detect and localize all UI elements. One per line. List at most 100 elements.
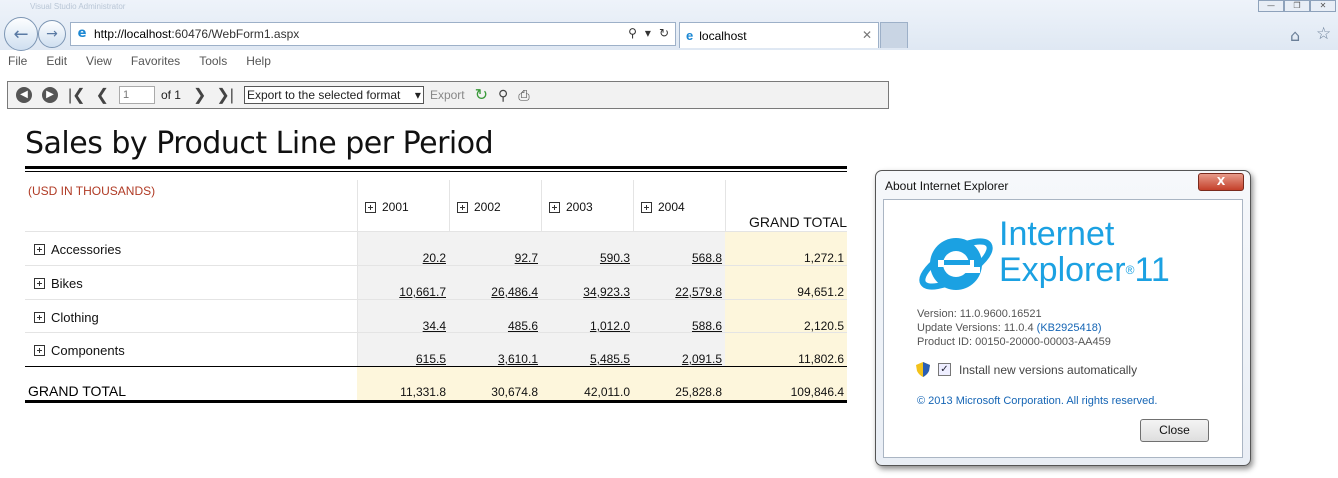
report-title: Sales by Product Line per Period xyxy=(25,126,494,161)
row-total: 1,272.1 xyxy=(803,251,844,265)
previous-page-button[interactable]: ❮ xyxy=(96,85,109,105)
cell-value[interactable]: 10,661.7 xyxy=(358,285,446,299)
grand-total-value: 11,331.8 xyxy=(400,385,446,399)
address-bar[interactable]: e http://localhost:60476/WebForm1.aspx ⚲… xyxy=(70,22,676,46)
expand-icon[interactable] xyxy=(34,244,45,255)
previous-page-icon: ❮ xyxy=(95,87,109,104)
ie-page-icon: e xyxy=(77,26,87,41)
copyright-link[interactable]: © 2013 Microsoft Corporation. All rights… xyxy=(917,395,1157,407)
first-page-button[interactable]: |❮ xyxy=(68,85,86,105)
cell-value[interactable]: 34,923.3 xyxy=(542,285,630,299)
next-page-button[interactable]: ❯ xyxy=(193,85,206,105)
export-button[interactable]: Export xyxy=(430,88,465,102)
expand-icon[interactable] xyxy=(549,201,560,213)
forward-button[interactable]: → xyxy=(38,20,66,48)
menu-help[interactable]: Help xyxy=(246,51,271,71)
search-icon[interactable]: ⚲ xyxy=(628,26,637,40)
browser-tab[interactable]: e localhost ✕ xyxy=(679,22,879,48)
row-label-bikes[interactable]: Bikes xyxy=(34,276,83,291)
page-number-input[interactable] xyxy=(118,86,155,104)
cell-value[interactable]: 590.3 xyxy=(542,251,630,265)
kb-link[interactable]: (KB2925418) xyxy=(1037,322,1102,334)
print-button[interactable]: ⎙ xyxy=(518,85,529,105)
column-divider xyxy=(357,180,358,366)
grand-total-value: 30,674.8 xyxy=(491,385,538,399)
expand-icon[interactable] xyxy=(34,278,45,289)
search-report-button[interactable]: ⚲ xyxy=(498,85,508,105)
home-icon[interactable]: ⌂ xyxy=(1290,26,1300,45)
close-tab-icon[interactable]: ✕ xyxy=(862,28,872,42)
row-divider xyxy=(25,265,847,266)
dropdown-icon[interactable]: ▾ xyxy=(645,26,651,40)
back-report-button[interactable]: ◀ xyxy=(16,85,32,105)
grand-total-value: 42,011.0 xyxy=(584,385,630,399)
back-circle-icon: ◀ xyxy=(16,87,32,103)
back-button[interactable]: ← xyxy=(4,17,38,51)
total-top-rule xyxy=(25,366,847,367)
cell-value[interactable]: 5,485.5 xyxy=(542,352,630,366)
refresh-report-button[interactable]: ↻ xyxy=(475,85,488,105)
cell-value[interactable]: 588.6 xyxy=(634,319,722,333)
refresh-icon: ↻ xyxy=(474,87,489,104)
maximize-button[interactable]: ❐ xyxy=(1284,0,1310,12)
grand-total-header: GRAND TOTAL xyxy=(749,214,848,230)
expand-icon[interactable] xyxy=(34,312,45,323)
expand-icon[interactable] xyxy=(34,345,45,356)
cell-value[interactable]: 2,091.5 xyxy=(634,352,722,366)
product-name-line2: Explorer®11 xyxy=(999,251,1170,289)
column-divider xyxy=(449,180,450,232)
cell-value[interactable]: 3,610.1 xyxy=(450,352,538,366)
cell-value[interactable]: 92.7 xyxy=(450,251,538,265)
title-divider xyxy=(25,166,847,172)
cell-value[interactable]: 34.4 xyxy=(358,319,446,333)
address-url: http://localhost:60476/WebForm1.aspx xyxy=(94,27,300,41)
report-toolbar: ◀ ▶ |❮ ❮ of 1 ❯ ❯| Export to the selecte… xyxy=(7,81,889,109)
row-label-accessories[interactable]: Accessories xyxy=(34,242,121,257)
cell-value[interactable]: 485.6 xyxy=(450,319,538,333)
cell-value[interactable]: 26,486.4 xyxy=(450,285,538,299)
cell-value[interactable]: 615.5 xyxy=(358,352,446,366)
forward-report-button[interactable]: ▶ xyxy=(42,85,58,105)
cell-value[interactable]: 20.2 xyxy=(358,251,446,265)
year-header-2001[interactable]: 2001 xyxy=(365,200,409,214)
refresh-icon[interactable]: ↻ xyxy=(659,26,669,40)
update-versions: Update Versions: 11.0.4 (KB2925418) xyxy=(917,322,1102,334)
new-tab-button[interactable] xyxy=(880,22,908,48)
version-text: Version: 11.0.9600.16521 xyxy=(917,308,1042,320)
printer-icon: ⎙ xyxy=(518,86,530,103)
find-icon: ⚲ xyxy=(498,86,509,103)
expand-icon[interactable] xyxy=(365,201,376,213)
unit-label: (USD IN THOUSANDS) xyxy=(28,184,156,198)
tab-title: localhost xyxy=(699,28,747,43)
expand-icon[interactable] xyxy=(457,201,468,213)
menu-favorites[interactable]: Favorites xyxy=(131,51,180,71)
dialog-body: Internet Explorer®11 Version: 11.0.9600.… xyxy=(883,199,1243,458)
row-label-components[interactable]: Components xyxy=(34,343,125,358)
cell-value[interactable]: 22,579.8 xyxy=(634,285,722,299)
year-header-2003[interactable]: 2003 xyxy=(549,200,593,214)
grand-total-value: 25,828.8 xyxy=(675,385,722,399)
cell-value[interactable]: 568.8 xyxy=(634,251,722,265)
forward-circle-icon: ▶ xyxy=(42,87,58,103)
window-controls: — ❐ ✕ xyxy=(1258,0,1336,12)
uac-shield-icon xyxy=(916,362,930,377)
close-button[interactable]: Close xyxy=(1140,419,1209,442)
dialog-close-button[interactable]: X xyxy=(1198,173,1244,191)
year-header-2002[interactable]: 2002 xyxy=(457,200,501,214)
close-window-button[interactable]: ✕ xyxy=(1310,0,1336,12)
cell-value[interactable]: 1,012.0 xyxy=(542,319,630,333)
expand-icon[interactable] xyxy=(641,201,652,213)
auto-update-checkbox[interactable]: ✓ xyxy=(938,363,951,376)
menu-view[interactable]: View xyxy=(86,51,112,71)
column-divider xyxy=(725,180,726,232)
grand-total-all: 109,846.4 xyxy=(790,385,844,399)
minimize-button[interactable]: — xyxy=(1258,0,1284,12)
menu-edit[interactable]: Edit xyxy=(46,51,67,71)
year-header-2004[interactable]: 2004 xyxy=(641,200,685,214)
menu-tools[interactable]: Tools xyxy=(199,51,227,71)
favorites-star-icon[interactable]: ☆ xyxy=(1316,24,1331,44)
row-label-clothing[interactable]: Clothing xyxy=(34,310,99,325)
export-format-select[interactable]: Export to the selected format ▾ xyxy=(243,86,424,104)
menu-file[interactable]: File xyxy=(8,51,27,71)
last-page-button[interactable]: ❯| xyxy=(216,85,234,105)
